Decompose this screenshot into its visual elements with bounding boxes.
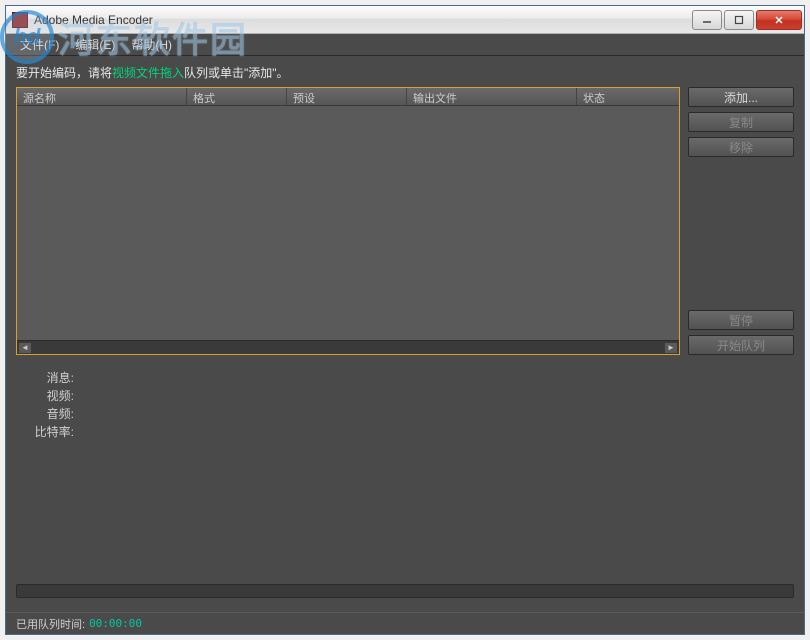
horizontal-scrollbar[interactable]: ◄ ► <box>17 340 679 354</box>
close-icon <box>774 15 784 25</box>
remove-button[interactable]: 移除 <box>688 137 794 157</box>
app-icon <box>12 12 28 28</box>
menu-help[interactable]: 帮助(H) <box>123 34 180 55</box>
side-buttons: 添加... 复制 移除 暂停 开始队列 <box>688 87 794 355</box>
window-title: Adobe Media Encoder <box>34 13 692 27</box>
app-window: Adobe Media Encoder 文件(F) 编辑(E) 帮助(H) 要开… <box>5 5 805 635</box>
hint-text: 要开始编码，请将视频文件拖入队列或单击"添加"。 <box>16 64 794 81</box>
info-message-label: 消息: <box>26 369 74 387</box>
titlebar: Adobe Media Encoder <box>6 6 804 34</box>
info-area: 消息: 视频: 音频: 比特率: <box>16 369 794 441</box>
close-button[interactable] <box>756 10 802 30</box>
info-video-label: 视频: <box>26 387 74 405</box>
queue-header: 源名称 格式 预设 输出文件 状态 <box>17 88 679 106</box>
add-button[interactable]: 添加... <box>688 87 794 107</box>
queue-panel: 源名称 格式 预设 输出文件 状态 ◄ ► <box>16 87 680 355</box>
info-bitrate-label: 比特率: <box>26 423 74 441</box>
info-audio-label: 音频: <box>26 405 74 423</box>
elapsed-label: 已用队列时间: <box>16 616 85 632</box>
hint-prefix: 要开始编码，请将 <box>16 66 112 80</box>
maximize-button[interactable] <box>724 10 754 30</box>
hint-suffix: 队列或单击"添加"。 <box>184 66 289 80</box>
minimize-icon <box>702 15 712 25</box>
col-preset[interactable]: 预设 <box>287 88 407 105</box>
maximize-icon <box>734 15 744 25</box>
minimize-button[interactable] <box>692 10 722 30</box>
menubar: 文件(F) 编辑(E) 帮助(H) <box>6 34 804 56</box>
duplicate-button[interactable]: 复制 <box>688 112 794 132</box>
main-row: 源名称 格式 预设 输出文件 状态 ◄ ► 添加... 复制 移除 暂停 <box>16 87 794 355</box>
button-spacer <box>688 162 794 305</box>
progress-bar <box>16 584 794 598</box>
info-bitrate: 比特率: <box>26 423 794 441</box>
col-status[interactable]: 状态 <box>577 88 679 105</box>
content-area: 要开始编码，请将视频文件拖入队列或单击"添加"。 源名称 格式 预设 输出文件 … <box>6 56 804 612</box>
menu-file[interactable]: 文件(F) <box>12 34 67 55</box>
col-format[interactable]: 格式 <box>187 88 287 105</box>
queue-body[interactable] <box>17 106 679 340</box>
statusbar: 已用队列时间: 00:00:00 <box>6 612 804 634</box>
info-video: 视频: <box>26 387 794 405</box>
info-audio: 音频: <box>26 405 794 423</box>
window-controls <box>692 10 802 30</box>
hint-accent: 视频文件拖入 <box>112 66 184 80</box>
elapsed-value: 00:00:00 <box>89 617 142 630</box>
start-queue-button[interactable]: 开始队列 <box>688 335 794 355</box>
scroll-left-arrow[interactable]: ◄ <box>19 343 31 353</box>
pause-button[interactable]: 暂停 <box>688 310 794 330</box>
menu-edit[interactable]: 编辑(E) <box>67 34 123 55</box>
col-output[interactable]: 输出文件 <box>407 88 577 105</box>
col-source[interactable]: 源名称 <box>17 88 187 105</box>
info-message: 消息: <box>26 369 794 387</box>
scroll-right-arrow[interactable]: ► <box>665 343 677 353</box>
